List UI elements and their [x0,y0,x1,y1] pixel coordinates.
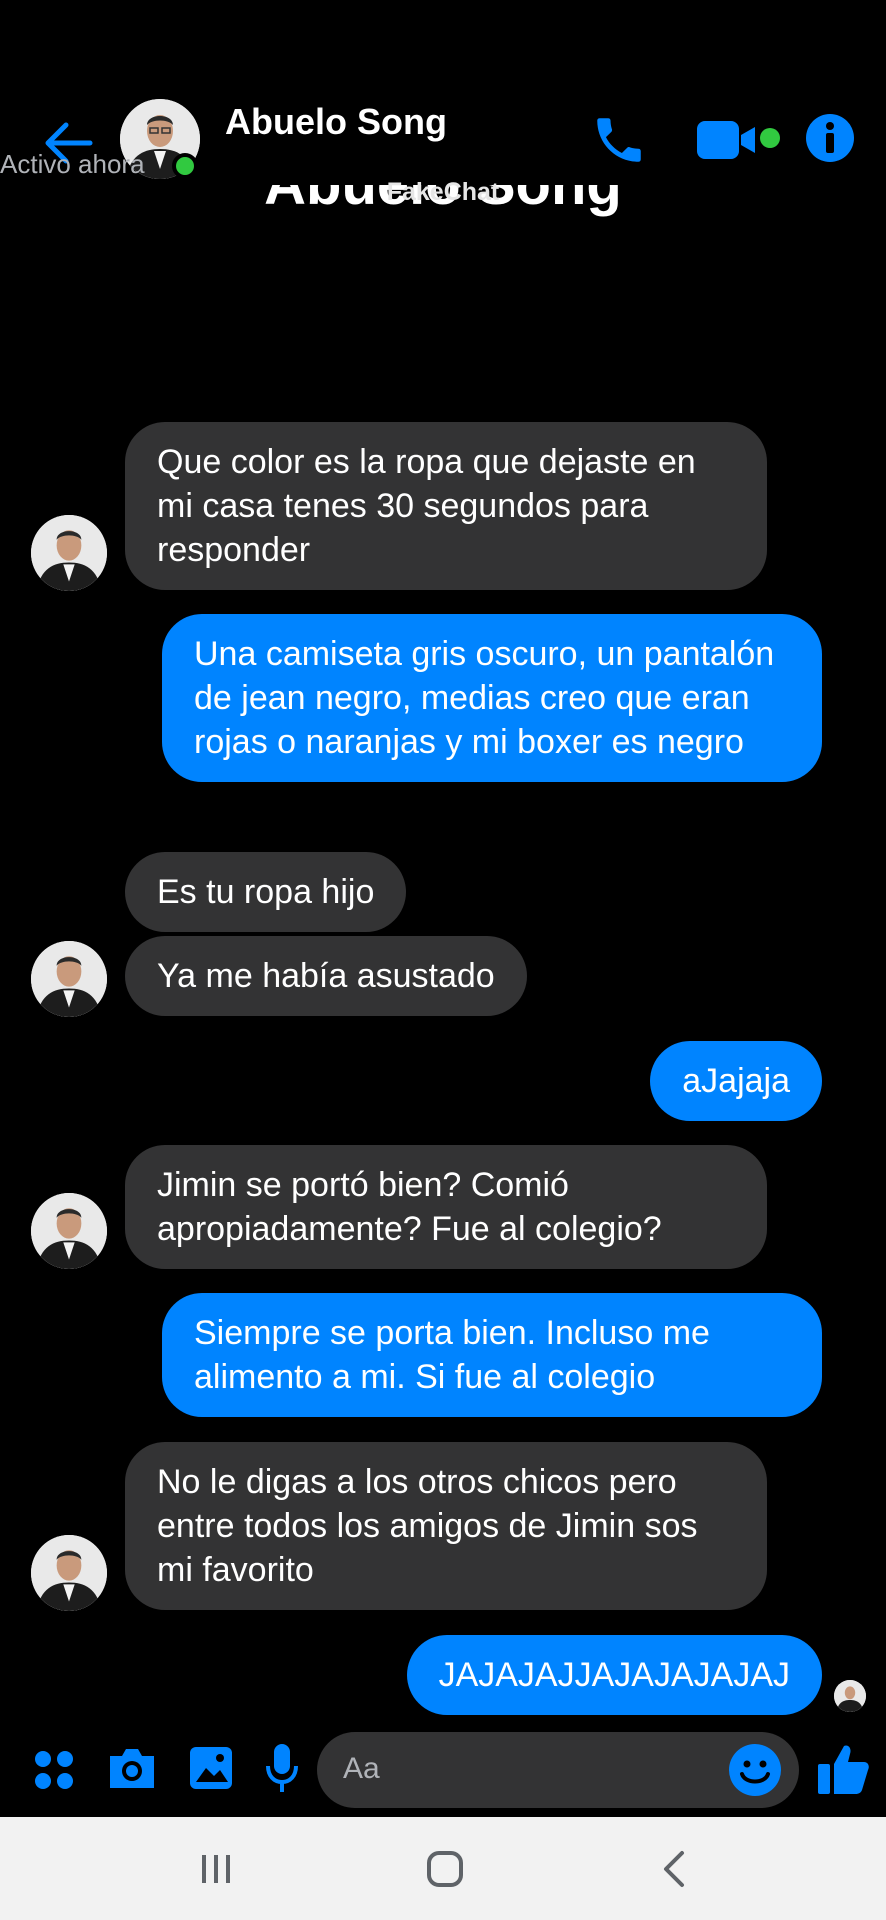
message-composer: Aa [0,1730,886,1810]
message-incoming[interactable]: Ya me había asustado [125,936,527,1016]
apps-grid-icon[interactable] [32,1748,76,1792]
sender-avatar[interactable] [31,1193,107,1269]
message-input[interactable]: Aa [317,1732,799,1808]
thumbs-up-icon[interactable] [816,1740,870,1798]
message-incoming[interactable]: Es tu ropa hijo [125,852,407,932]
message-outgoing[interactable]: Siempre se porta bien. Incluso me alimen… [162,1293,822,1417]
message-outgoing[interactable]: Una camiseta gris oscuro, un pantalón de… [162,614,822,782]
seen-indicator-avatar [834,1680,866,1712]
contact-name[interactable]: Abuelo Song [225,101,447,143]
home-icon[interactable] [423,1847,467,1891]
video-active-dot [760,128,780,148]
message-outgoing[interactable]: aJajaja [650,1041,822,1121]
message-incoming[interactable]: No le digas a los otros chicos pero entr… [125,1442,767,1610]
sender-avatar[interactable] [31,515,107,591]
video-camera-icon[interactable] [695,115,765,165]
contact-status: Activo ahora [0,149,145,179]
microphone-icon[interactable] [264,1742,300,1796]
info-icon[interactable] [803,111,857,165]
sender-avatar[interactable] [31,941,107,1017]
emoji-icon[interactable] [727,1742,783,1798]
phone-icon[interactable] [590,111,648,169]
camera-icon[interactable] [106,1744,158,1792]
chat-header: Abuelo Song Activo ahora [0,95,886,185]
message-input-placeholder: Aa [343,1752,380,1785]
watermark: FakeChat [386,178,500,206]
system-navigation-bar [0,1817,886,1920]
sender-avatar[interactable] [31,1535,107,1611]
message-outgoing[interactable]: JAJAJAJJAJAJAJAJAJ [406,1635,822,1715]
message-incoming[interactable]: Que color es la ropa que dejaste en mi c… [125,422,767,590]
recent-apps-icon[interactable] [194,1847,238,1891]
online-indicator [172,153,198,179]
gallery-icon[interactable] [188,1744,234,1792]
message-incoming[interactable]: Jimin se portó bien? Comió apropiadament… [125,1145,767,1269]
nav-back-icon[interactable] [654,1847,698,1891]
